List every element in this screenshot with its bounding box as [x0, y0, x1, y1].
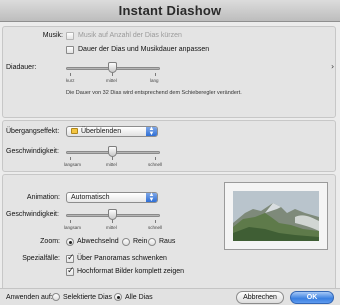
- transition-speed-tick-label: mittel: [106, 162, 117, 167]
- settings-sheet: Musik: Musik auf Anzahl der Dias kürzen …: [0, 22, 340, 305]
- fit-music-checkbox[interactable]: [66, 46, 74, 54]
- zoom-alternate-radio[interactable]: [66, 238, 74, 246]
- animation-label: Animation:: [26, 194, 60, 201]
- transition-speed-tick-label: schnell: [148, 162, 163, 167]
- zoom-in-label: Rein: [133, 238, 148, 245]
- mountain-preview-image: [225, 183, 327, 249]
- popup-arrows-icon: ▲ ▼: [146, 126, 157, 137]
- duration-group: [2, 26, 336, 118]
- animation-popup[interactable]: Automatisch ▲ ▼: [66, 192, 158, 203]
- zoom-label: Zoom:: [40, 238, 60, 245]
- popup-arrows-icon: ▲ ▼: [146, 192, 157, 203]
- slide-duration-tick: [155, 73, 156, 76]
- slide-duration-slider-knob[interactable]: [108, 62, 117, 73]
- pan-panoramas-label: Über Panoramas schwenken: [77, 255, 167, 262]
- pan-panoramas-checkbox[interactable]: [66, 253, 75, 263]
- window-title: Instant Diashow: [118, 3, 222, 18]
- zoom-out-label: Raus: [159, 238, 176, 245]
- apply-selected-radio[interactable]: [52, 293, 60, 301]
- slide-duration-label: Diadauer:: [6, 64, 37, 71]
- animation-speed-tick: [70, 220, 71, 223]
- transition-speed-tick: [112, 157, 113, 160]
- apply-all-radio[interactable]: [114, 293, 122, 301]
- animation-preview: [224, 182, 328, 250]
- slide-duration-tick-label: lang: [150, 78, 159, 83]
- music-label: Musik:: [42, 32, 63, 39]
- slide-duration-tick-label: kurz: [66, 78, 75, 83]
- trim-music-checkbox[interactable]: [66, 32, 74, 40]
- animation-speed-tick: [112, 220, 113, 223]
- transition-speed-slider-knob[interactable]: [108, 146, 117, 157]
- animation-popup-value: Automatisch: [71, 194, 110, 201]
- transition-speed-tick: [155, 157, 156, 160]
- transition-speed-label: Geschwindigkeit:: [6, 148, 59, 155]
- portrait-full-checkbox[interactable]: [66, 266, 75, 276]
- ok-button[interactable]: OK: [290, 291, 334, 304]
- zoom-in-radio[interactable]: [122, 238, 130, 246]
- zoom-alternate-label: Abwechselnd: [77, 238, 119, 245]
- transition-label: Übergangseffekt:: [6, 128, 60, 135]
- apply-label: Anwenden auf:: [6, 294, 53, 301]
- slide-duration-tick: [112, 73, 113, 76]
- animation-speed-label: Geschwindigkeit:: [6, 211, 59, 218]
- apply-bar: Anwenden auf: Selektierte Dias Alle Dias…: [0, 288, 340, 305]
- portrait-full-label: Hochformat Bilder komplett zeigen: [77, 268, 184, 275]
- slide-duration-tick-label: mittel: [106, 78, 117, 83]
- special-cases-label: Spezialfälle:: [22, 255, 60, 262]
- animation-speed-tick-label: langsam: [64, 225, 82, 230]
- window-titlebar: Instant Diashow: [0, 0, 340, 22]
- transition-popup-value: Überblenden: [81, 128, 122, 135]
- transition-speed-tick-label: langsam: [64, 162, 82, 167]
- transition-speed-tick: [70, 157, 71, 160]
- slide-duration-note: Die Dauer von 32 Dias wird entsprechend …: [66, 90, 242, 96]
- apply-selected-label: Selektierte Dias: [63, 294, 113, 301]
- zoom-out-radio[interactable]: [148, 238, 156, 246]
- animation-speed-slider-knob[interactable]: [108, 209, 117, 220]
- transition-popup[interactable]: Überblenden ▲ ▼: [66, 126, 158, 137]
- animation-speed-tick: [155, 220, 156, 223]
- slide-duration-tick: [70, 73, 71, 76]
- chevron-right-icon[interactable]: ›: [331, 62, 334, 71]
- animation-speed-tick-label: schnell: [148, 225, 163, 230]
- transition-folder-icon: [71, 128, 78, 134]
- apply-all-label: Alle Dias: [125, 294, 153, 301]
- cancel-button[interactable]: Abbrechen: [236, 291, 284, 304]
- animation-speed-tick-label: mittel: [106, 225, 117, 230]
- trim-music-label: Musik auf Anzahl der Dias kürzen: [78, 32, 182, 39]
- fit-music-label: Dauer der Dias und Musikdauer anpassen: [78, 46, 210, 53]
